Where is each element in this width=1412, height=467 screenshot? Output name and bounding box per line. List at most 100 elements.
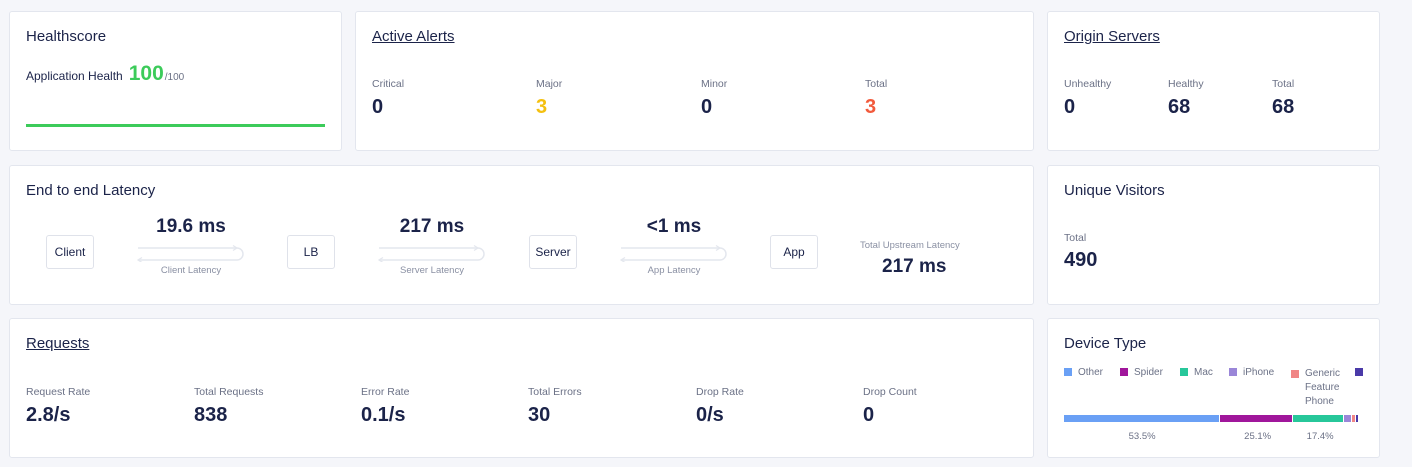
health-score-max: /100 — [164, 72, 185, 83]
error-rate-value: 0.1/s — [361, 404, 406, 426]
alert-minor: Minor 0 — [701, 78, 727, 119]
active-alerts-card: Active Alerts Critical 0 Major 3 Minor 0… — [355, 11, 1034, 151]
error-rate-label: Error Rate — [361, 386, 410, 398]
health-progress-bar — [26, 124, 325, 127]
server-latency-label: Server Latency — [400, 265, 464, 276]
alert-minor-value: 0 — [701, 96, 713, 118]
total-errors: Total Errors 30 — [528, 386, 582, 427]
healthscore-title: Healthscore — [26, 28, 107, 45]
origin-healthy: Healthy 68 — [1168, 78, 1204, 119]
total-upstream-latency-value: 217 ms — [882, 256, 947, 277]
request-rate: Request Rate 2.8/s — [26, 386, 90, 427]
health-score-value: 100 — [128, 62, 164, 85]
node-app[interactable]: App — [770, 235, 818, 269]
origin-servers-card: Origin Servers Unhealthy 0 Healthy 68 To… — [1047, 11, 1380, 151]
alert-total: Total 3 — [865, 78, 887, 119]
alert-critical-label: Critical — [372, 78, 405, 90]
node-lb[interactable]: LB — [287, 235, 335, 269]
legend-label: Spider — [1134, 367, 1163, 378]
alert-critical: Critical 0 — [372, 78, 404, 119]
app-latency-arrow — [620, 244, 727, 262]
client-latency-arrow — [137, 244, 244, 262]
node-server[interactable]: Server — [529, 235, 577, 269]
latency-card: End to end Latency Client 19.6 ms Client… — [9, 165, 1034, 305]
device-share-percent: 17.4% — [1306, 431, 1334, 442]
alert-minor-label: Minor — [701, 78, 728, 90]
active-alerts-link[interactable]: Active Alerts — [372, 28, 455, 45]
origin-total: Total 68 — [1272, 78, 1294, 119]
application-health: Application Health 100 /100 — [26, 62, 184, 86]
alert-critical-value: 0 — [372, 96, 384, 118]
origin-unhealthy: Unhealthy 0 — [1064, 78, 1111, 119]
legend-mac[interactable]: Mac — [1180, 367, 1213, 378]
drop-count-label: Drop Count — [863, 386, 917, 398]
total-errors-label: Total Errors — [528, 386, 582, 398]
legend-spider[interactable]: Spider — [1120, 367, 1163, 378]
legend-swatch — [1180, 368, 1188, 376]
request-rate-label: Request Rate — [26, 386, 91, 398]
app-latency-label: App Latency — [647, 265, 701, 276]
device-share-segment[interactable] — [1219, 415, 1293, 422]
requests-link[interactable]: Requests — [26, 335, 89, 352]
unique-visitors-card: Unique Visitors Total 490 — [1047, 165, 1380, 305]
legend-swatch — [1229, 368, 1237, 376]
alert-total-label: Total — [865, 78, 888, 90]
device-share-percent: 25.1% — [1244, 431, 1272, 442]
device-share-segment[interactable] — [1293, 415, 1344, 422]
visitors-total: Total 490 — [1064, 232, 1097, 272]
total-requests: Total Requests 838 — [194, 386, 263, 427]
device-share-segment[interactable] — [1352, 415, 1355, 422]
alert-major-value: 3 — [536, 96, 548, 118]
device-share-segment[interactable] — [1064, 415, 1219, 422]
request-rate-value: 2.8/s — [26, 404, 71, 426]
total-errors-value: 30 — [528, 404, 551, 426]
legend-label: Mac — [1194, 367, 1213, 378]
origin-total-value: 68 — [1272, 96, 1295, 118]
device-share-segment[interactable] — [1355, 415, 1358, 422]
origin-total-label: Total — [1272, 78, 1295, 90]
origin-unhealthy-value: 0 — [1064, 96, 1076, 118]
drop-rate-label: Drop Rate — [696, 386, 744, 398]
server-latency-value: 217 ms — [399, 216, 465, 237]
unique-visitors-title: Unique Visitors — [1064, 182, 1165, 199]
visitors-total-value: 490 — [1064, 249, 1098, 271]
legend-swatch — [1064, 368, 1072, 376]
legend-other[interactable]: Other — [1064, 367, 1103, 378]
origin-healthy-value: 68 — [1168, 96, 1191, 118]
client-latency-value: 19.6 ms — [156, 216, 226, 237]
device-share-bar — [1064, 415, 1358, 422]
alert-total-value: 3 — [865, 96, 877, 118]
drop-count: Drop Count 0 — [863, 386, 917, 427]
origin-servers-link[interactable]: Origin Servers — [1064, 28, 1160, 45]
legend-swatch — [1291, 370, 1299, 378]
drop-rate: Drop Rate 0/s — [696, 386, 744, 427]
device-share-percent: 53.5% — [1128, 431, 1156, 442]
total-requests-value: 838 — [194, 404, 228, 426]
drop-count-value: 0 — [863, 404, 875, 426]
requests-card: Requests Request Rate 2.8/s Total Reques… — [9, 318, 1034, 458]
device-type-card: Device Type Other Spider Mac iPhone Gene… — [1047, 318, 1380, 458]
legend-label: iPhone — [1243, 367, 1275, 378]
legend-swatch — [1355, 368, 1363, 376]
total-requests-label: Total Requests — [194, 386, 264, 398]
total-upstream-latency-label: Total Upstream Latency — [860, 240, 960, 251]
application-health-label: Application Health — [26, 69, 123, 83]
alert-major-label: Major — [536, 78, 563, 90]
legend-label: Other — [1078, 367, 1104, 378]
client-latency-label: Client Latency — [160, 265, 222, 276]
node-client[interactable]: Client — [46, 235, 94, 269]
app-latency-value: <1 ms — [646, 216, 702, 237]
server-latency-arrow — [378, 244, 485, 262]
drop-rate-value: 0/s — [696, 404, 724, 426]
healthscore-card: Healthscore Application Health 100 /100 — [9, 11, 342, 151]
legend-iphone[interactable]: iPhone — [1229, 367, 1274, 378]
origin-unhealthy-label: Unhealthy — [1064, 78, 1112, 90]
legend-more[interactable] — [1355, 367, 1369, 376]
legend-generic-feature-phone[interactable]: Generic Feature Phone — [1291, 367, 1351, 409]
device-share-segment[interactable] — [1344, 415, 1352, 422]
origin-healthy-label: Healthy — [1168, 78, 1204, 90]
error-rate: Error Rate 0.1/s — [361, 386, 409, 427]
visitors-total-label: Total — [1064, 232, 1087, 244]
device-type-title: Device Type — [1064, 335, 1147, 352]
legend-label: Generic Feature Phone — [1305, 368, 1341, 407]
